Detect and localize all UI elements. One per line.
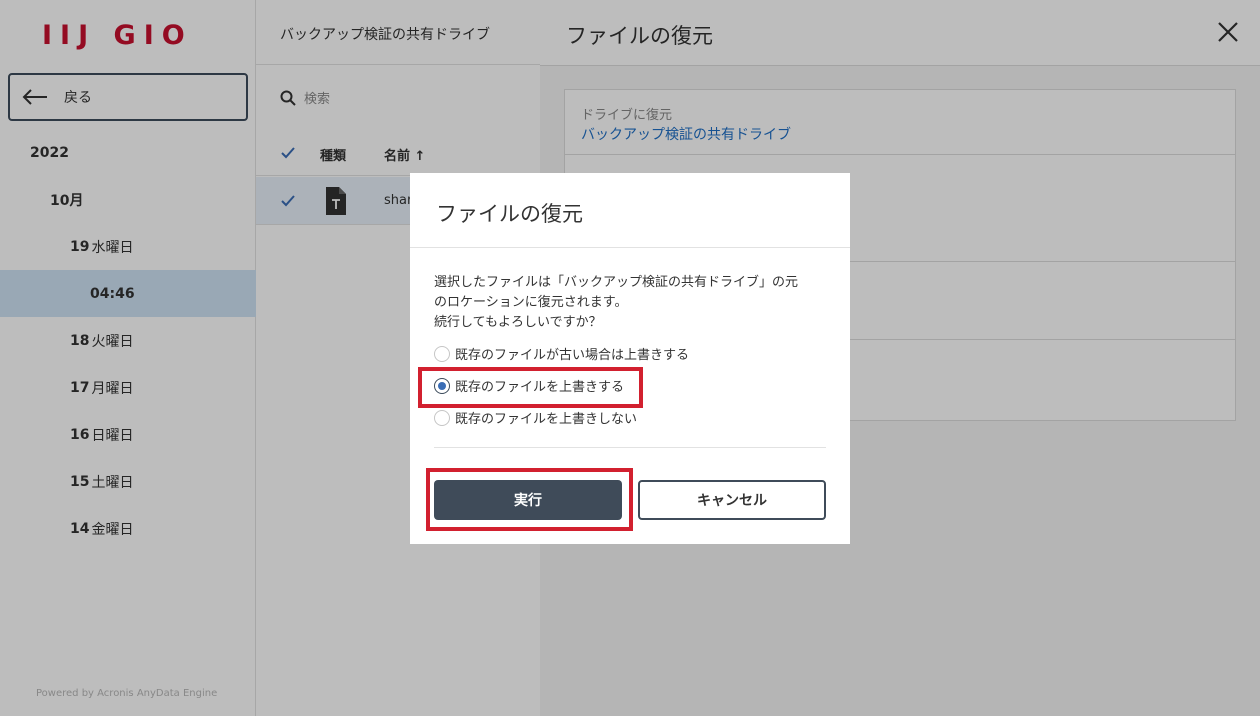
dialog-message: 選択したファイルは「バックアップ検証の共有ドライブ」の元 のロケーションに復元さ… [434, 273, 834, 333]
radio-label: 既存のファイルが古い場合は上書きする [455, 348, 690, 363]
dialog-header: ファイルの復元 [410, 173, 850, 248]
dialog-divider [434, 447, 826, 448]
cancel-button[interactable]: キャンセル [638, 480, 826, 520]
radio-overwrite-always[interactable]: 既存のファイルを上書きする [434, 376, 624, 395]
dialog-message-line: のロケーションに復元されます。 [434, 295, 628, 310]
radio-label: 既存のファイルを上書きしない [455, 412, 638, 427]
dialog-message-line: 続行してもよろしいですか？ [434, 315, 602, 330]
run-button[interactable]: 実行 [434, 480, 622, 520]
radio-do-not-overwrite[interactable]: 既存のファイルを上書きしない [434, 408, 637, 427]
radio-label: 既存のファイルを上書きする [455, 380, 625, 395]
radio-button[interactable] [434, 409, 450, 426]
radio-button[interactable] [434, 345, 450, 362]
dialog-message-line: 選択したファイルは「バックアップ検証の共有ドライブ」の元 [434, 275, 799, 290]
radio-overwrite-if-older[interactable]: 既存のファイルが古い場合は上書きする [434, 344, 689, 363]
radio-button-selected[interactable] [434, 377, 450, 394]
restore-confirm-dialog: ファイルの復元 選択したファイルは「バックアップ検証の共有ドライブ」の元 のロケ… [410, 173, 850, 544]
dialog-title: ファイルの復元 [436, 202, 583, 226]
